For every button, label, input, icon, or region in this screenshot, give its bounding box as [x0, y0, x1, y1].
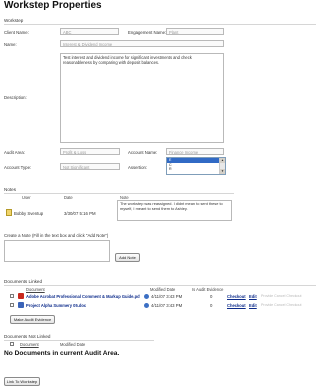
document-link[interactable]: Adobe Acrobat Professional Comment & Mar… — [26, 294, 140, 299]
account-type-field[interactable]: Not Significant — [60, 163, 120, 170]
create-note-label: Create a Note (Fill in the text box and … — [4, 233, 109, 238]
documents-not-linked-label: Documents Not Linked — [4, 334, 51, 339]
not-linked-col-document[interactable]: Document — [20, 342, 39, 347]
engagement-name-label: Engagement Name: — [128, 30, 167, 35]
scroll-up-icon[interactable]: ▲ — [220, 158, 225, 163]
notes-divider — [4, 193, 234, 194]
workstep-section-label: Workstep — [4, 18, 24, 23]
documents-linked-divider — [4, 285, 316, 286]
checkout-link[interactable]: Checkout — [227, 294, 246, 299]
add-note-button[interactable]: Add Note — [115, 253, 140, 262]
document-disabled-actions: Provide Cancel Checkout — [261, 303, 302, 307]
description-label: Description: — [4, 95, 27, 100]
document-audit-count: 0 — [210, 303, 213, 308]
workstep-divider — [4, 24, 316, 25]
client-name-field[interactable]: ABC — [60, 28, 119, 35]
assertion-label: Assertion: — [128, 165, 148, 170]
assertion-scrollbar[interactable]: ▲ ▼ — [219, 158, 225, 174]
doc-col-audit-evidence: Is Audit Evidence — [192, 287, 224, 292]
document-checkbox[interactable] — [10, 294, 14, 298]
client-name-label: Client Name: — [4, 30, 29, 35]
account-name-field[interactable]: Finance Income — [166, 148, 224, 155]
no-documents-message: No Documents in current Audit Area. — [4, 350, 120, 357]
document-checkbox[interactable] — [10, 303, 14, 307]
name-field[interactable]: Interest & Dividend Income — [60, 40, 224, 47]
make-audit-evidence-button[interactable]: Make Audit Evidence — [10, 315, 55, 324]
name-label: Name: — [4, 42, 17, 47]
info-icon[interactable] — [144, 303, 149, 308]
info-icon[interactable] — [144, 294, 149, 299]
doc-col-modified: Modified Date — [150, 287, 176, 292]
notes-section-label: Notes — [4, 187, 17, 192]
scroll-down-icon[interactable]: ▼ — [220, 169, 225, 174]
document-modified: 4/11/07 3:43 PM — [151, 303, 183, 308]
document-modified: 4/11/07 3:43 PM — [151, 294, 183, 299]
doc-col-document[interactable]: Document — [26, 287, 45, 292]
pdf-icon — [18, 293, 24, 299]
document-audit-count: 0 — [210, 294, 213, 299]
note-date: 3/30/07 5:16 PM — [64, 211, 96, 216]
edit-link[interactable]: Edit — [249, 303, 257, 308]
not-linked-col-modified: Modified Date — [60, 342, 86, 347]
new-note-input[interactable] — [4, 240, 110, 262]
notes-col-date: Date — [64, 195, 73, 200]
description-field[interactable]: Test interest and dividend income for si… — [60, 53, 224, 143]
note-user: Bobby Sventup — [14, 211, 44, 216]
select-all-checkbox[interactable] — [10, 342, 14, 346]
page-title: Workstep Properties — [4, 0, 102, 11]
note-icon — [6, 209, 12, 216]
documents-linked-label: Documents Linked — [4, 279, 43, 284]
audit-area-label: Audit Area: — [4, 150, 26, 155]
notes-col-user: User — [22, 195, 31, 200]
account-type-label: Account Type: — [4, 165, 32, 170]
document-link[interactable]: Project Alpha Summery 05.doc — [26, 303, 140, 308]
note-text: The workstep was reassigned. I didnt mea… — [117, 200, 232, 221]
documents-not-linked-divider — [4, 340, 154, 341]
document-disabled-actions: Provide Cancel Checkout — [261, 294, 302, 298]
edit-link[interactable]: Edit — [249, 294, 257, 299]
audit-area-field[interactable]: Profit & Loss — [60, 148, 120, 155]
link-to-workstep-button[interactable]: Link To Workstep — [4, 377, 40, 386]
word-doc-icon — [18, 302, 24, 308]
assertion-listbox[interactable]: E C R ▲ ▼ — [166, 157, 226, 175]
account-name-label: Account Name: — [128, 150, 158, 155]
assertion-option[interactable]: R — [167, 167, 225, 172]
checkout-link[interactable]: Checkout — [227, 303, 246, 308]
engagement-name-field[interactable]: Plant — [166, 28, 224, 35]
